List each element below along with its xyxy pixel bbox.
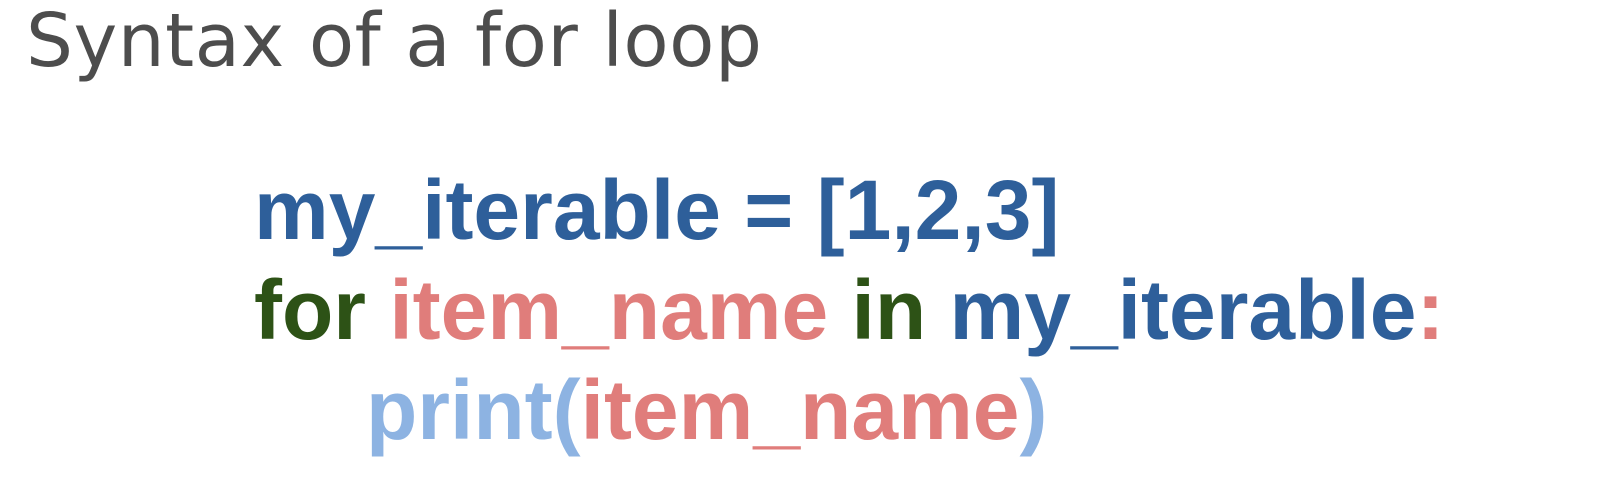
code-line-for-header: for item_name in my_iterable: [254,260,1444,360]
code-token-close-paren: ) [1019,363,1048,457]
code-token-open-paren: ( [552,363,581,457]
code-token-builtin-print: print [366,363,553,457]
code-line-print: print(item_name) [254,360,1444,460]
code-token-operator: = [720,163,817,257]
slide-title: Syntax of a for loop [26,0,763,84]
slide: Syntax of a for loop my_iterable = [1,2,… [0,0,1598,502]
code-token-keyword-in: in [851,263,927,357]
code-token-argument: item_name [580,363,1020,457]
code-block: my_iterable = [1,2,3] for item_name in m… [254,160,1444,460]
code-token-iterable: my_iterable [949,263,1417,357]
code-line-assignment: my_iterable = [1,2,3] [254,160,1444,260]
code-token-variable: my_iterable [254,163,721,257]
code-token-keyword-for: for [254,263,366,357]
code-token-colon: : [1416,263,1445,357]
code-token-loop-variable: item_name [389,263,829,357]
code-token-list-literal: [1,2,3] [816,163,1060,257]
